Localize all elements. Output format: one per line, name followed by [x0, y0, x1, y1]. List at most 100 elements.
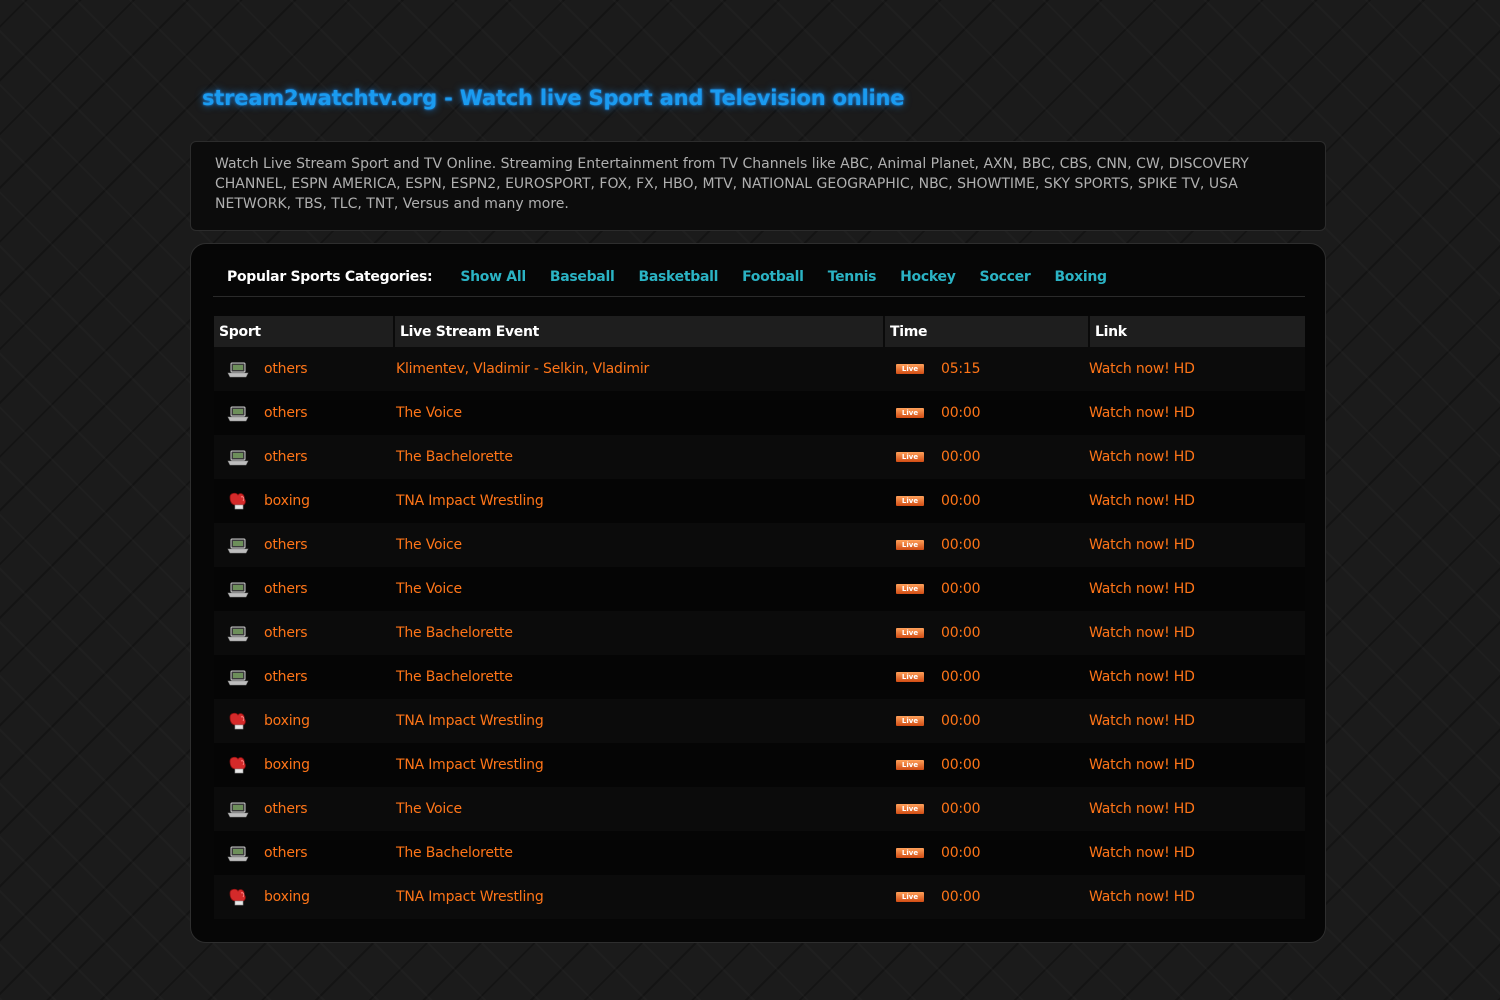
boxing-glove-icon — [226, 887, 250, 907]
event-cell: TNA Impact Wrestling — [394, 699, 884, 743]
event-name[interactable]: TNA Impact Wrestling — [396, 889, 544, 905]
sport-name[interactable]: others — [264, 581, 308, 597]
laptop-icon — [226, 403, 250, 423]
event-time: 00:00 — [941, 405, 981, 421]
time-cell: Live 00:00 — [884, 699, 1089, 743]
sport-name[interactable]: others — [264, 537, 308, 553]
sport-cell: boxing — [214, 699, 394, 743]
event-time: 00:00 — [941, 581, 981, 597]
watch-now-link[interactable]: Watch now! HD — [1089, 537, 1195, 553]
category-basketball[interactable]: Basketball — [626, 269, 730, 285]
event-cell: The Voice — [394, 567, 884, 611]
sport-name[interactable]: boxing — [264, 889, 310, 905]
event-cell: The Bachelorette — [394, 435, 884, 479]
events-panel: Popular Sports Categories: Show All Base… — [190, 243, 1326, 943]
event-name[interactable]: Klimentev, Vladimir - Selkin, Vladimir — [396, 361, 649, 377]
time-cell: Live 00:00 — [884, 787, 1089, 831]
watch-now-link[interactable]: Watch now! HD — [1089, 625, 1195, 641]
categories-label: Popular Sports Categories: — [227, 269, 433, 285]
event-name[interactable]: The Bachelorette — [396, 449, 513, 465]
event-time: 00:00 — [941, 669, 981, 685]
sport-name[interactable]: others — [264, 845, 308, 861]
event-cell: TNA Impact Wrestling — [394, 479, 884, 523]
link-cell: Watch now! HD — [1089, 655, 1305, 699]
category-hockey[interactable]: Hockey — [888, 269, 967, 285]
table-row: boxing TNA Impact Wrestling Live 00:00 Watch… — [214, 875, 1305, 919]
watch-now-link[interactable]: Watch now! HD — [1089, 361, 1195, 377]
event-time: 00:00 — [941, 845, 981, 861]
link-cell: Watch now! HD — [1089, 787, 1305, 831]
event-name[interactable]: The Voice — [396, 405, 462, 421]
event-name[interactable]: The Voice — [396, 801, 462, 817]
event-name[interactable]: TNA Impact Wrestling — [396, 757, 544, 773]
event-time: 05:15 — [941, 361, 981, 377]
watch-now-link[interactable]: Watch now! HD — [1089, 405, 1195, 421]
link-cell: Watch now! HD — [1089, 567, 1305, 611]
live-badge: Live — [896, 540, 924, 550]
event-cell: The Voice — [394, 391, 884, 435]
category-boxing[interactable]: Boxing — [1042, 269, 1118, 285]
sport-cell: others — [214, 831, 394, 875]
category-baseball[interactable]: Baseball — [538, 269, 627, 285]
event-cell: The Bachelorette — [394, 655, 884, 699]
watch-now-link[interactable]: Watch now! HD — [1089, 449, 1195, 465]
column-header-link: Link — [1088, 316, 1305, 347]
watch-now-link[interactable]: Watch now! HD — [1089, 757, 1195, 773]
event-name[interactable]: The Bachelorette — [396, 625, 513, 641]
watch-now-link[interactable]: Watch now! HD — [1089, 713, 1195, 729]
laptop-icon — [226, 447, 250, 467]
category-soccer[interactable]: Soccer — [968, 269, 1043, 285]
live-badge: Live — [896, 496, 924, 506]
event-name[interactable]: The Bachelorette — [396, 669, 513, 685]
live-badge: Live — [896, 760, 924, 770]
watch-now-link[interactable]: Watch now! HD — [1089, 493, 1195, 509]
event-cell: The Voice — [394, 523, 884, 567]
sport-name[interactable]: others — [264, 625, 308, 641]
link-cell: Watch now! HD — [1089, 831, 1305, 875]
event-name[interactable]: TNA Impact Wrestling — [396, 493, 544, 509]
laptop-icon — [226, 359, 250, 379]
sport-name[interactable]: others — [264, 801, 308, 817]
sport-cell: others — [214, 567, 394, 611]
watch-now-link[interactable]: Watch now! HD — [1089, 801, 1195, 817]
time-cell: Live 00:00 — [884, 567, 1089, 611]
watch-now-link[interactable]: Watch now! HD — [1089, 581, 1195, 597]
sport-cell: boxing — [214, 875, 394, 919]
link-cell: Watch now! HD — [1089, 347, 1305, 391]
sport-cell: others — [214, 523, 394, 567]
site-description: Watch Live Stream Sport and TV Online. S… — [190, 141, 1326, 231]
site-title[interactable]: stream2watchtv.org - Watch live Sport an… — [202, 86, 905, 110]
sport-cell: boxing — [214, 743, 394, 787]
sport-name[interactable]: others — [264, 669, 308, 685]
watch-now-link[interactable]: Watch now! HD — [1089, 669, 1195, 685]
time-cell: Live 00:00 — [884, 611, 1089, 655]
watch-now-link[interactable]: Watch now! HD — [1089, 845, 1195, 861]
live-badge: Live — [896, 408, 924, 418]
sport-name[interactable]: others — [264, 361, 308, 377]
sport-name[interactable]: others — [264, 449, 308, 465]
laptop-icon — [226, 799, 250, 819]
events-table: Sport Live Stream Event Time Link others… — [214, 316, 1305, 919]
boxing-glove-icon — [226, 755, 250, 775]
link-cell: Watch now! HD — [1089, 435, 1305, 479]
event-name[interactable]: The Voice — [396, 537, 462, 553]
live-badge: Live — [896, 584, 924, 594]
event-name[interactable]: The Bachelorette — [396, 845, 513, 861]
category-football[interactable]: Football — [730, 269, 816, 285]
sport-name[interactable]: boxing — [264, 757, 310, 773]
event-time: 00:00 — [941, 625, 981, 641]
event-name[interactable]: TNA Impact Wrestling — [396, 713, 544, 729]
category-tennis[interactable]: Tennis — [816, 269, 888, 285]
table-row: others The Bachelorette Live 00:00 Watch now… — [214, 611, 1305, 655]
time-cell: Live 00:00 — [884, 831, 1089, 875]
event-time: 00:00 — [941, 493, 981, 509]
sport-name[interactable]: boxing — [264, 713, 310, 729]
sport-cell: others — [214, 787, 394, 831]
event-name[interactable]: The Voice — [396, 581, 462, 597]
table-body: others Klimentev, Vladimir - Selkin, Vlad… — [214, 347, 1305, 919]
category-show-all[interactable]: Show All — [448, 269, 538, 285]
watch-now-link[interactable]: Watch now! HD — [1089, 889, 1195, 905]
link-cell: Watch now! HD — [1089, 699, 1305, 743]
sport-name[interactable]: others — [264, 405, 308, 421]
sport-name[interactable]: boxing — [264, 493, 310, 509]
